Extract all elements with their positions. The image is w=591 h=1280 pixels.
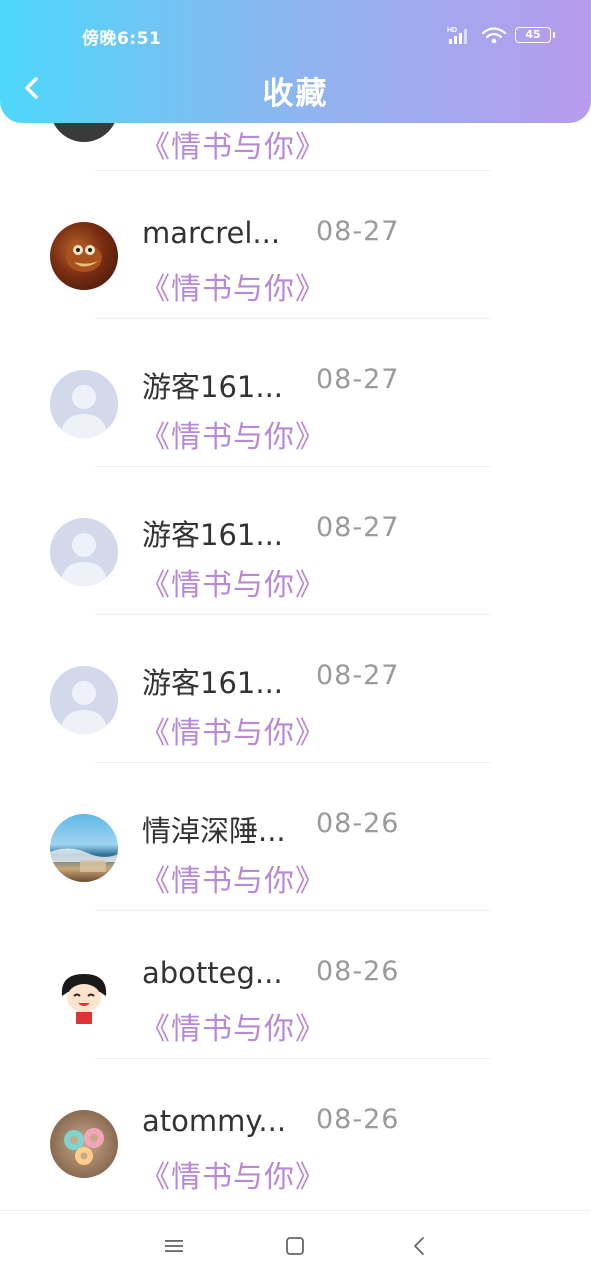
item-date: 08-26	[316, 808, 400, 839]
menu-button[interactable]	[159, 1231, 189, 1261]
list-item[interactable]: 游客161... 08-27 《情书与你》	[0, 614, 591, 763]
home-button[interactable]	[280, 1231, 310, 1261]
status-icons: HD 45	[447, 24, 555, 46]
item-date: 08-27	[316, 364, 400, 395]
page-title: 收藏	[262, 76, 329, 112]
item-user-name: 游客161...	[142, 518, 284, 552]
item-user-name: atommy...	[142, 1104, 287, 1138]
default-person-icon	[50, 518, 118, 586]
item-user-name: 游客161...	[142, 666, 284, 700]
avatar	[50, 814, 118, 882]
home-square-icon	[286, 1237, 304, 1255]
item-title: 《情书与你》	[140, 568, 326, 603]
item-title: 《情书与你》	[140, 1160, 326, 1195]
list-item[interactable]: atommy... 08-26 《情书与你》	[0, 1058, 591, 1206]
system-navigation-bar	[0, 1210, 591, 1280]
list-item[interactable]: marcrel... 08-27 《情书与你》	[0, 170, 591, 319]
list-item[interactable]: 游客161... 08-27 《情书与你》	[0, 318, 591, 467]
item-date: 08-27	[316, 512, 400, 543]
avatar	[50, 1110, 118, 1178]
list-item[interactable]: abotteg... 08-26 《情书与你》	[0, 910, 591, 1059]
list-item[interactable]: 情淖深陲... 08-26 《情书与你》	[0, 762, 591, 911]
battery-icon: 45	[515, 27, 555, 43]
item-title: 《情书与你》	[140, 1012, 326, 1047]
default-person-icon	[50, 666, 118, 734]
item-title: 《情书与你》	[140, 716, 326, 751]
avatar	[50, 370, 118, 438]
item-date: 08-26	[316, 956, 400, 987]
item-date: 08-27	[316, 660, 400, 691]
back-triangle-icon	[414, 1237, 424, 1255]
item-title: 《情书与你》	[140, 272, 326, 307]
menu-icon	[165, 1240, 183, 1252]
avatar	[50, 518, 118, 586]
favorites-list: 《情书与你》 marcrel... 08-27 《情书与你》 游客161...	[0, 0, 591, 1210]
item-title: 《情书与你》	[140, 420, 326, 455]
item-date: 08-27	[316, 216, 400, 247]
app-header: 傍晚6:51 HD 45 收藏	[0, 0, 591, 123]
wifi-icon	[481, 27, 507, 44]
avatar	[50, 962, 118, 1030]
signal-icon: HD	[447, 27, 467, 44]
item-date: 08-26	[316, 1104, 400, 1135]
item-user-name: abotteg...	[142, 956, 283, 990]
avatar	[50, 222, 118, 290]
system-back-button[interactable]	[404, 1231, 434, 1261]
status-bar: 傍晚6:51 HD 45	[0, 0, 591, 70]
list-item[interactable]: 游客161... 08-27 《情书与你》	[0, 466, 591, 615]
avatar	[50, 666, 118, 734]
item-user-name: marcrel...	[142, 216, 281, 250]
item-title: 《情书与你》	[140, 864, 326, 899]
network-label: HD	[447, 27, 457, 34]
status-time: 傍晚6:51	[82, 29, 162, 49]
item-user-name: 游客161...	[142, 370, 284, 404]
item-user-name: 情淖深陲...	[142, 814, 286, 848]
item-title: 《情书与你》	[140, 130, 326, 165]
default-person-icon	[50, 370, 118, 438]
